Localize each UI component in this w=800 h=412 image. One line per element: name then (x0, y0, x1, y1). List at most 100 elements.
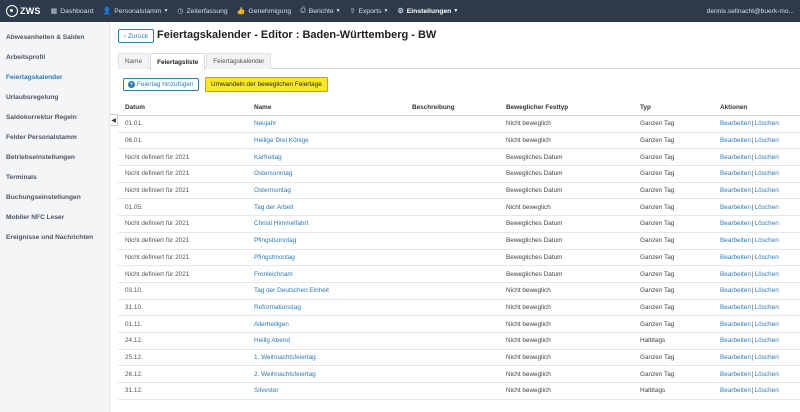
sidebar-item-buchungseinstellungen[interactable]: Buchungseinstellungen (0, 187, 109, 207)
cell-aktionen: Bearbeiten|Löschen (720, 137, 800, 144)
holiday-name-link[interactable]: Silvester (254, 387, 412, 394)
holiday-name-link[interactable]: Reformationstag (254, 304, 412, 311)
edit-link[interactable]: Bearbeiten (720, 321, 751, 328)
sidebar-item-felder-personalstamm[interactable]: Felder Personalstamm (0, 127, 109, 147)
delete-link[interactable]: Löschen (755, 204, 779, 211)
back-button[interactable]: ‹ Zurück (118, 29, 155, 43)
nav-item-label: Zeiterfassung (186, 7, 228, 15)
holiday-name-link[interactable]: Fronleichnam (254, 271, 412, 278)
holiday-name-link[interactable]: Allerheiligen (254, 321, 412, 328)
delete-link[interactable]: Löschen (755, 220, 779, 227)
cell-aktionen: Bearbeiten|Löschen (720, 204, 800, 211)
edit-link[interactable]: Bearbeiten (720, 154, 751, 161)
edit-link[interactable]: Bearbeiten (720, 204, 751, 211)
delete-link[interactable]: Löschen (755, 321, 779, 328)
sidebar-item-arbeitsprofil[interactable]: Arbeitsprofil (0, 47, 109, 67)
tab-name[interactable]: Name (118, 53, 150, 69)
top-navbar: ZWS ▦ Dashboard 👤 Personalstamm ▼ ◷ Zeiterfass… (0, 0, 800, 22)
delete-link[interactable]: Löschen (755, 271, 779, 278)
column-header-beschreibung[interactable]: Beschreibung (412, 104, 506, 111)
edit-link[interactable]: Bearbeiten (720, 354, 751, 361)
nav-item-personalstamm[interactable]: 👤 Personalstamm ▼ (103, 7, 169, 16)
nav-item-exports[interactable]: ⇪ Exports ▼ (350, 7, 389, 16)
delete-link[interactable]: Löschen (755, 237, 779, 244)
delete-link[interactable]: Löschen (755, 304, 779, 311)
brand-logo[interactable]: ZWS (6, 5, 41, 17)
edit-link[interactable]: Bearbeiten (720, 220, 751, 227)
nav-item-label: Dashboard (60, 7, 94, 15)
delete-link[interactable]: Löschen (755, 387, 779, 394)
holiday-name-link[interactable]: Heilige Drei Könige (254, 137, 412, 144)
user-menu[interactable]: dennis.sellnacht@buerk-mo... (707, 0, 794, 22)
sidebar-item-abwesenheiten-salden[interactable]: Abwesenheiten & Salden (0, 27, 109, 47)
sidebar-item-betriebseinstellungen[interactable]: Betriebseinstellungen (0, 147, 109, 167)
cell-datum: 01.05. (125, 203, 143, 211)
delete-link[interactable]: Löschen (755, 354, 779, 361)
holiday-name-link[interactable]: Ostersonntag (254, 170, 412, 177)
holiday-name-link[interactable]: Tag der Deutschen Einheit (254, 287, 412, 294)
cell-typ: Ganzen Tag (640, 237, 675, 245)
column-header-aktionen: Aktionen (720, 104, 748, 111)
nav-item-zeiterfassung[interactable]: ◷ Zeiterfassung (177, 7, 228, 16)
holiday-name-link[interactable]: 1. Weihnachtsfeiertag (254, 354, 412, 361)
holiday-name-link[interactable]: Pfingstsonntag (254, 237, 412, 244)
column-header-typ[interactable]: Typ (640, 104, 720, 111)
sidebar-item-terminals[interactable]: Terminals (0, 167, 109, 187)
nav-item-berichte[interactable]: ⎙ Berichte ▼ (300, 7, 341, 15)
delete-link[interactable]: Löschen (755, 187, 779, 194)
sidebar-item-feiertagskalender[interactable]: Feiertagskalender (0, 67, 109, 87)
edit-link[interactable]: Bearbeiten (720, 271, 751, 278)
page-title: Feiertagskalender - Editor : Baden-Württ… (157, 29, 437, 41)
sidebar-collapse-button[interactable]: ◀ (110, 114, 118, 126)
edit-link[interactable]: Bearbeiten (720, 304, 751, 311)
tab-feiertagsliste[interactable]: Feiertagsliste (150, 53, 206, 70)
column-header-name[interactable]: Name (254, 104, 412, 111)
nav-item-dashboard[interactable]: ▦ Dashboard (51, 7, 94, 16)
convert-movable-holidays-button[interactable]: Umwandeln der beweglichen Feiertage (205, 77, 328, 92)
holiday-name-link[interactable]: Ostermontag (254, 187, 412, 194)
edit-link[interactable]: Bearbeiten (720, 120, 751, 127)
tab-feiertagskalender[interactable]: Feiertagskalender (206, 53, 272, 69)
cell-datum: Nicht definiert für 2021 (125, 187, 190, 195)
edit-link[interactable]: Bearbeiten (720, 371, 751, 378)
edit-link[interactable]: Bearbeiten (720, 237, 751, 244)
column-header-datum[interactable]: Datum (118, 104, 254, 111)
delete-link[interactable]: Löschen (755, 337, 779, 344)
delete-link[interactable]: Löschen (755, 137, 779, 144)
edit-link[interactable]: Bearbeiten (720, 337, 751, 344)
delete-link[interactable]: Löschen (755, 154, 779, 161)
edit-link[interactable]: Bearbeiten (720, 387, 751, 394)
table-body: 01.01. Neujahr Nicht beweglich Ganzen Tag Be… (118, 116, 800, 400)
holiday-name-link[interactable]: 2. Weihnachtsfeiertag (254, 371, 412, 378)
printer-icon: ⎙ (300, 7, 306, 14)
nav-item-genehmigung[interactable]: 👍 Genehmigung (237, 7, 291, 16)
sidebar-item-urlaubsregelung[interactable]: Urlaubsregelung (0, 87, 109, 107)
holiday-name-link[interactable]: Tag der Arbeit (254, 204, 412, 211)
nav-item-label: Einstellungen (406, 7, 452, 15)
edit-link[interactable]: Bearbeiten (720, 254, 751, 261)
holiday-name-link[interactable]: Christi Himmelfahrt (254, 220, 412, 227)
column-header-festtyp[interactable]: Beweglicher Festtyp (506, 104, 640, 111)
sidebar-item-saldokorrektur-regeln[interactable]: Saldokorrektur Regeln (0, 107, 109, 127)
delete-link[interactable]: Löschen (755, 371, 779, 378)
table-header: Datum Name Beschreibung Beweglicher Fest… (118, 100, 800, 116)
sidebar-item-ereignisse-und-nachrichten[interactable]: Ereignisse und Nachrichten (0, 227, 109, 247)
edit-link[interactable]: Bearbeiten (720, 187, 751, 194)
delete-link[interactable]: Löschen (755, 254, 779, 261)
sidebar-item-mobiler-nfc-leser[interactable]: Mobiler NFC Leser (0, 207, 109, 227)
holiday-table: Datum Name Beschreibung Beweglicher Fest… (118, 100, 800, 400)
add-holiday-button[interactable]: + Feiertag hinzufügen (123, 78, 199, 91)
holiday-name-link[interactable]: Heilig Abend (254, 337, 412, 344)
edit-link[interactable]: Bearbeiten (720, 137, 751, 144)
holiday-name-link[interactable]: Neujahr (254, 120, 412, 127)
nav-item-einstellungen[interactable]: ⚙ Einstellungen ▼ (397, 7, 458, 16)
holiday-name-link[interactable]: Karfreitag (254, 154, 412, 161)
edit-link[interactable]: Bearbeiten (720, 287, 751, 294)
delete-link[interactable]: Löschen (755, 287, 779, 294)
caret-down-icon: ▼ (335, 8, 341, 14)
cell-aktionen: Bearbeiten|Löschen (720, 170, 800, 177)
delete-link[interactable]: Löschen (755, 170, 779, 177)
edit-link[interactable]: Bearbeiten (720, 170, 751, 177)
delete-link[interactable]: Löschen (755, 120, 779, 127)
holiday-name-link[interactable]: Pfingstmontag (254, 254, 412, 261)
